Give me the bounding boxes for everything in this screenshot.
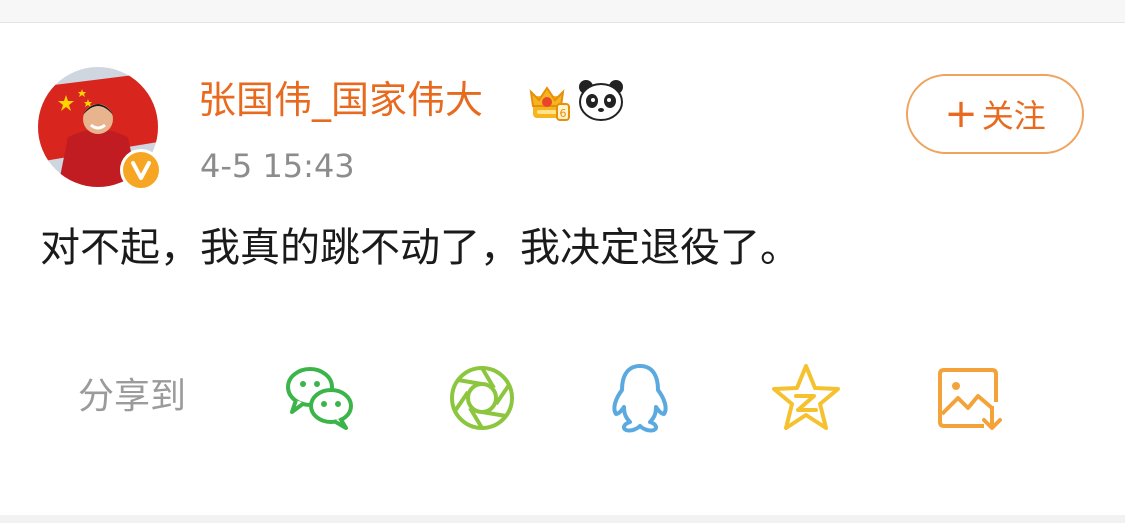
author-name[interactable]: 张国伟_国家伟大 [198,72,483,128]
bottom-divider-strip [0,515,1125,523]
follow-button[interactable]: + 关注 [906,74,1084,154]
post-timestamp: 4-5 15:43 [200,147,355,185]
plus-icon: + [944,91,978,137]
qq-penguin-icon[interactable] [602,360,678,436]
crown-vip-icon[interactable]: 6 [525,78,573,126]
panda-icon[interactable] [577,78,625,122]
moments-shutter-icon[interactable] [444,360,520,436]
save-image-icon[interactable] [932,360,1008,436]
verified-badge [120,149,162,191]
post-text: 对不起，我真的跳不动了，我决定退役了。 [40,225,800,271]
qzone-star-icon[interactable] [768,360,844,436]
share-label: 分享到 [78,376,187,417]
follow-button-label: 关注 [981,97,1046,135]
top-divider-strip [0,0,1125,23]
svg-text:6: 6 [560,107,567,120]
wechat-icon[interactable] [282,360,358,436]
verified-v-icon [131,161,151,180]
